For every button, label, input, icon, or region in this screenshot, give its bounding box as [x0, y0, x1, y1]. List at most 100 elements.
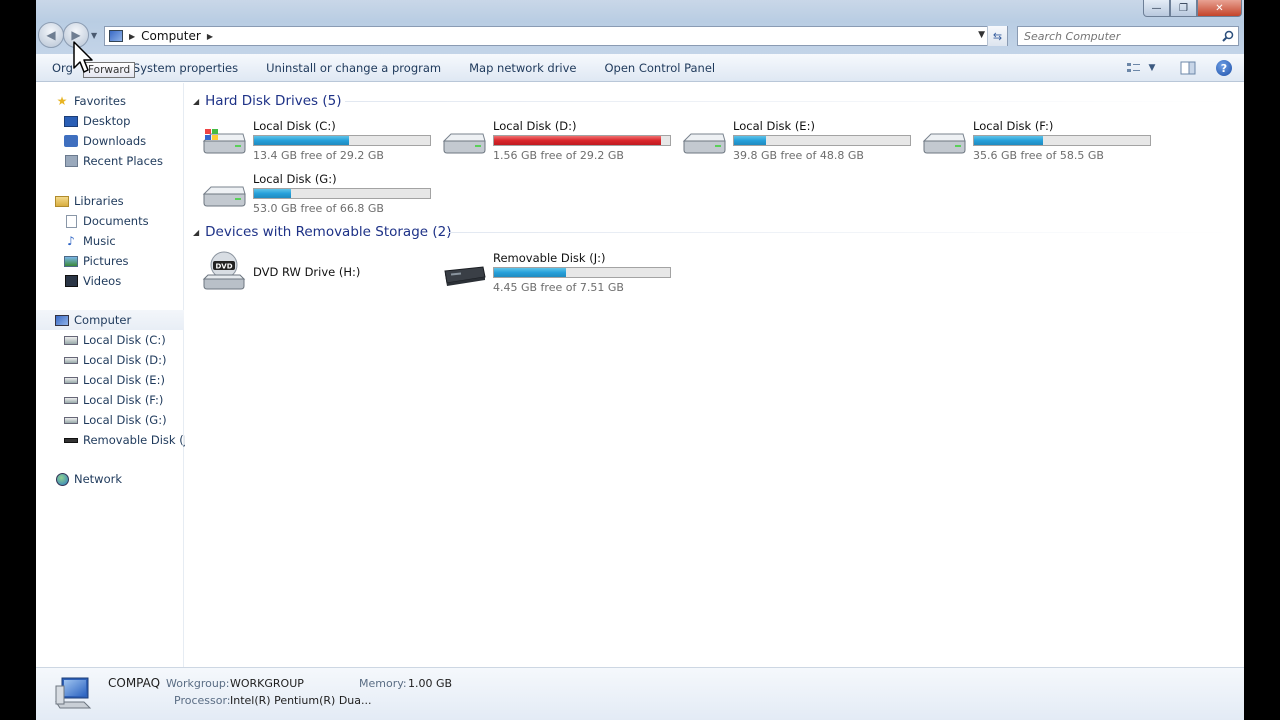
- capacity-bar-fill: [974, 136, 1043, 145]
- minimize-button[interactable]: —: [1143, 0, 1170, 17]
- memory-value: 1.00 GB: [408, 677, 453, 690]
- address-bar[interactable]: ▶ Computer ▶ ▼ ⇆: [104, 26, 1008, 46]
- nav-local-disk-f[interactable]: Local Disk (F:): [36, 390, 184, 410]
- map-network-drive-button[interactable]: Map network drive: [455, 57, 590, 79]
- help-icon[interactable]: ?: [1216, 60, 1232, 76]
- mouse-cursor-icon: [73, 41, 93, 73]
- preview-pane-icon: [1180, 61, 1196, 75]
- hard-drive-icon: [63, 352, 79, 368]
- group-header-hard-disk-drives[interactable]: ◢ Hard Disk Drives (5): [193, 91, 341, 111]
- desktop-icon: [63, 113, 79, 129]
- downloads-icon: [63, 133, 79, 149]
- nav-local-disk-e[interactable]: Local Disk (E:): [36, 370, 184, 390]
- refresh-icon: ⇆: [992, 29, 1003, 43]
- capacity-bar-fill: [254, 189, 291, 198]
- drive-free-space: 1.56 GB free of 29.2 GB: [493, 149, 624, 162]
- nav-downloads[interactable]: Downloads: [36, 131, 184, 151]
- navigation-pane: ★ Favorites Desktop Downloads Recent Pla…: [36, 83, 195, 667]
- search-box[interactable]: [1017, 26, 1239, 46]
- nav-local-disk-g[interactable]: Local Disk (G:): [36, 410, 184, 430]
- back-button[interactable]: ◀: [38, 22, 64, 48]
- nav-libraries[interactable]: Libraries: [36, 191, 184, 211]
- explorer-window: — ❐ ✕ ◀ ▶ ▼ ▶ Computer ▶ ▼ ⇆ Search Comp…: [36, 0, 1244, 720]
- drive-name: Local Disk (E:): [733, 119, 815, 133]
- search-icon[interactable]: [1222, 30, 1234, 42]
- workgroup-value: WORKGROUP: [230, 677, 304, 690]
- capacity-bar: [253, 135, 431, 146]
- capacity-bar: [973, 135, 1151, 146]
- capacity-bar-fill: [494, 268, 567, 277]
- maximize-button[interactable]: ❐: [1170, 0, 1197, 17]
- group-divider: [345, 101, 1235, 102]
- hard-drive-icon: [63, 372, 79, 388]
- drive-tile[interactable]: Local Disk (G:) 53.0 GB free of 66.8 GB: [185, 170, 431, 216]
- refresh-button[interactable]: ⇆: [987, 26, 1007, 46]
- drive-name: Local Disk (D:): [493, 119, 577, 133]
- recent-pages-dropdown[interactable]: ▼: [91, 31, 101, 40]
- nav-recent-places[interactable]: Recent Places: [36, 151, 184, 171]
- nav-videos[interactable]: Videos: [36, 271, 184, 291]
- system-drive-icon: [63, 332, 79, 348]
- hard-drive-icon: [682, 133, 726, 154]
- arrow-left-icon: ◀: [46, 28, 56, 42]
- capacity-bar-fill: [254, 136, 350, 145]
- collapse-triangle-icon[interactable]: ◢: [193, 228, 199, 237]
- nav-pictures[interactable]: Pictures: [36, 251, 184, 271]
- nav-favorites[interactable]: ★ Favorites: [36, 91, 184, 111]
- computer-icon: [55, 677, 92, 709]
- star-icon: ★: [56, 94, 68, 108]
- open-control-panel-button[interactable]: Open Control Panel: [591, 57, 730, 79]
- drive-tile-removable-j[interactable]: Removable Disk (J:) 4.45 GB free of 7.51…: [425, 249, 671, 295]
- command-bar: Org System properties Uninstall or chang…: [36, 54, 1244, 82]
- drive-tile[interactable]: Local Disk (F:) 35.6 GB free of 58.5 GB: [905, 117, 1151, 163]
- nav-local-disk-c[interactable]: Local Disk (C:): [36, 330, 184, 350]
- computer-name: COMPAQ: [108, 676, 161, 690]
- breadcrumb-computer[interactable]: Computer: [141, 29, 201, 43]
- hard-drive-icon: [922, 133, 966, 154]
- nav-music[interactable]: ♪ Music: [36, 231, 184, 251]
- drive-tile-dvd-h[interactable]: DVD DVD RW Drive (H:): [185, 249, 417, 295]
- uninstall-program-button[interactable]: Uninstall or change a program: [252, 57, 455, 79]
- processor-value: Intel(R) Pentium(R) Dua...: [230, 694, 372, 707]
- hard-drive-icon: [442, 133, 486, 154]
- breadcrumb-arrow-icon[interactable]: ▶: [129, 32, 135, 41]
- nav-removable-disk-j[interactable]: Removable Disk (J:): [36, 430, 195, 450]
- drive-tile[interactable]: Local Disk (C:) 13.4 GB free of 29.2 GB: [185, 117, 431, 163]
- dvd-drive-icon: DVD: [202, 251, 246, 290]
- computer-icon: [54, 312, 70, 328]
- system-drive-icon: [202, 129, 246, 154]
- drive-tile[interactable]: Local Disk (E:) 39.8 GB free of 48.8 GB: [665, 117, 911, 163]
- preview-pane-button[interactable]: [1180, 60, 1196, 76]
- nav-local-disk-d[interactable]: Local Disk (D:): [36, 350, 184, 370]
- address-dropdown-icon[interactable]: ▼: [978, 30, 985, 40]
- recent-places-icon: [63, 153, 79, 169]
- documents-icon: [63, 213, 79, 229]
- nav-computer[interactable]: Computer: [36, 310, 184, 330]
- nav-network[interactable]: Network: [36, 469, 184, 489]
- group-divider: [447, 232, 1235, 233]
- hard-drive-icon: [63, 412, 79, 428]
- drive-tile[interactable]: Local Disk (D:) 1.56 GB free of 29.2 GB: [425, 117, 671, 163]
- capacity-bar-fill: [734, 136, 766, 145]
- drive-free-space: 4.45 GB free of 7.51 GB: [493, 281, 624, 294]
- system-properties-button[interactable]: System properties: [119, 57, 252, 79]
- close-button[interactable]: ✕: [1197, 0, 1242, 17]
- view-dropdown-icon[interactable]: ▼: [1144, 60, 1160, 76]
- drive-name: Local Disk (C:): [253, 119, 336, 133]
- workgroup-label: Workgroup:: [166, 677, 230, 690]
- pictures-icon: [63, 253, 79, 269]
- computer-icon: [109, 30, 123, 42]
- search-input[interactable]: [1018, 29, 1214, 43]
- collapse-triangle-icon[interactable]: ◢: [193, 97, 199, 106]
- change-view-button[interactable]: [1126, 60, 1142, 76]
- nav-desktop[interactable]: Desktop: [36, 111, 184, 131]
- capacity-bar-fill: [494, 136, 662, 145]
- capacity-bar: [493, 135, 671, 146]
- breadcrumb-arrow-icon[interactable]: ▶: [207, 32, 213, 41]
- capacity-bar: [253, 188, 431, 199]
- memory-label: Memory:: [359, 677, 407, 690]
- nav-documents[interactable]: Documents: [36, 211, 184, 231]
- caption-buttons: — ❐ ✕: [1143, 0, 1242, 17]
- group-header-removable-storage[interactable]: ◢ Devices with Removable Storage (2): [193, 222, 452, 242]
- drive-free-space: 39.8 GB free of 48.8 GB: [733, 149, 864, 162]
